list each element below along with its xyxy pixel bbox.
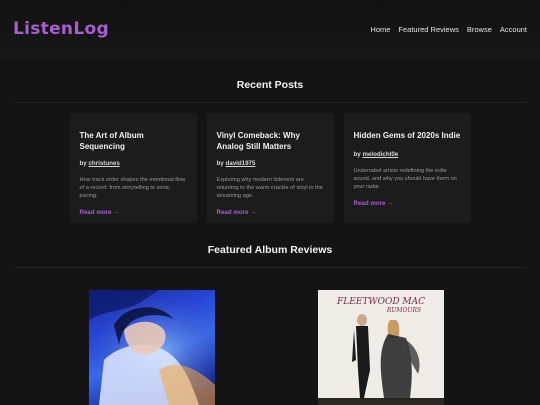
- album-art: FLEETWOOD MAC RUMOURS: [318, 297, 444, 405]
- post-author-by: by: [79, 160, 87, 167]
- post-excerpt: Underrated artists redefining the indie …: [353, 168, 457, 191]
- post-author: by christunes: [80, 160, 187, 167]
- nav-browse[interactable]: Browse: [467, 25, 492, 34]
- post-title[interactable]: Hidden Gems of 2020s Indie: [354, 130, 461, 141]
- section-divider: [14, 267, 526, 268]
- site-logo[interactable]: ListenLog: [13, 19, 109, 39]
- nav-account[interactable]: Account: [500, 25, 527, 34]
- read-more-link[interactable]: Read more →: [80, 209, 120, 216]
- post-card[interactable]: Hidden Gems of 2020s Indie by melodichl0…: [343, 113, 471, 223]
- album-cover-artist: FLEETWOOD MAC: [336, 297, 425, 307]
- post-author: by melodichl0e: [354, 151, 461, 158]
- nav-home[interactable]: Home: [370, 25, 390, 34]
- post-excerpt: Exploring why modern listeners are retur…: [216, 177, 323, 200]
- main-nav: Home Featured Reviews Browse Account: [370, 25, 527, 34]
- featured-reviews-heading: Featured Album Reviews: [207, 244, 333, 256]
- post-card[interactable]: Vinyl Comeback: Why Analog Still Matters…: [206, 113, 334, 223]
- album-cover-rumours[interactable]: FLEETWOOD MAC RUMOURS: [318, 290, 444, 405]
- site-header: ListenLog Home Featured Reviews Browse A…: [0, 0, 540, 58]
- album-cover-melodrama[interactable]: [89, 290, 215, 405]
- album-cover-title: RUMOURS: [386, 307, 421, 314]
- post-excerpt: How track order shapes the emotional flo…: [79, 177, 186, 200]
- post-author: by david1975: [217, 160, 324, 167]
- post-title[interactable]: The Art of Album Sequencing: [80, 130, 187, 152]
- recent-posts-list: The Art of Album Sequencing by christune…: [0, 113, 540, 223]
- post-author-by: by: [353, 151, 361, 158]
- featured-albums: FLEETWOOD MAC RUMOURS: [0, 290, 540, 405]
- post-author-link[interactable]: melodichl0e: [362, 151, 398, 158]
- post-title[interactable]: Vinyl Comeback: Why Analog Still Matters: [217, 130, 324, 152]
- section-divider: [14, 102, 526, 103]
- post-author-link[interactable]: christunes: [88, 160, 119, 167]
- read-more-link[interactable]: Read more →: [217, 209, 257, 216]
- album-art: [89, 290, 215, 405]
- recent-posts-heading: Recent Posts: [236, 79, 304, 91]
- post-card[interactable]: The Art of Album Sequencing by christune…: [69, 113, 197, 223]
- read-more-link[interactable]: Read more →: [354, 200, 394, 207]
- post-author-link[interactable]: david1975: [225, 160, 255, 167]
- post-author-by: by: [216, 160, 224, 167]
- nav-featured-reviews[interactable]: Featured Reviews: [398, 25, 458, 34]
